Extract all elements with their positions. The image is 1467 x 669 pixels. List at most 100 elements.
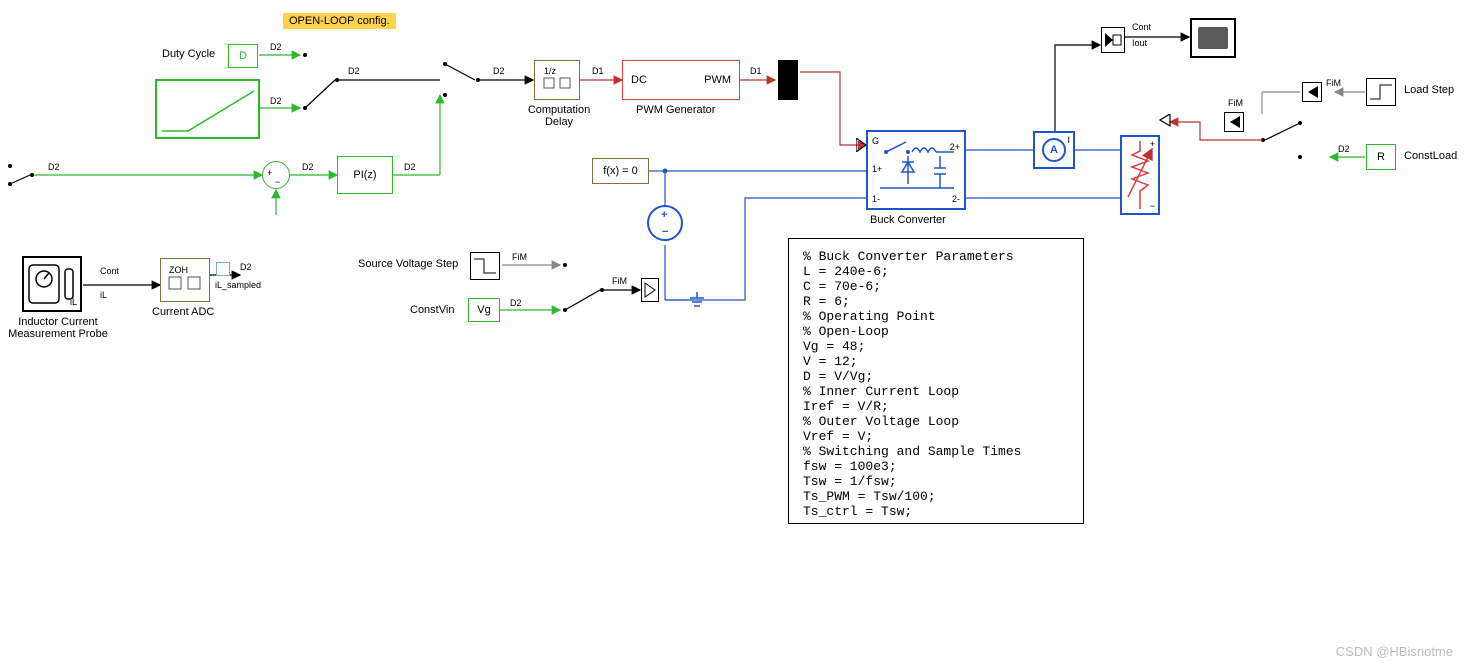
constant-R[interactable]: R	[1366, 144, 1396, 170]
param-line-10: Iref = V/R;	[803, 399, 1069, 414]
current-sensor-block[interactable]: A I	[1033, 131, 1075, 169]
solver-config-block[interactable]: f(x) = 0	[592, 158, 649, 184]
inductor-probe-label: Inductor Current Measurement Probe	[8, 316, 108, 340]
iout-rate-transition[interactable]	[1101, 27, 1125, 53]
param-line-2: C = 70e-6;	[803, 279, 1069, 294]
fi-m-rt-varload[interactable]	[1224, 112, 1244, 132]
sum-plus-port: +	[267, 168, 272, 178]
buck-converter-block[interactable]: G 1+ 1- 2+ 2-	[866, 130, 966, 210]
cont-label-probe: Cont	[100, 266, 119, 276]
computation-delay-block[interactable]: 1/z	[534, 60, 580, 100]
source-voltage-step-label: Source Voltage Step	[358, 258, 458, 270]
param-line-11: % Outer Voltage Loop	[803, 414, 1069, 429]
ramp-source-block[interactable]	[155, 79, 260, 139]
pwm-pwm-port: PWM	[704, 74, 731, 86]
ramp-icon	[158, 83, 258, 135]
ground-block[interactable]	[688, 292, 706, 315]
scope-screen-icon	[1198, 27, 1227, 49]
pi-controller-text: PI(z)	[353, 169, 376, 181]
tag-D2-4: D2	[493, 66, 505, 76]
computation-delay-label: Computation Delay	[520, 104, 598, 128]
tag-D2-8: D2	[240, 262, 252, 272]
parameters-annotation: % Buck Converter Parameters L = 240e-6; …	[788, 238, 1084, 524]
varload-ctrl-triangle-icon	[1158, 114, 1172, 128]
adc-rate-transition[interactable]	[216, 262, 230, 276]
signal-to-physical-block[interactable]	[641, 278, 659, 302]
buck-g-triangle-icon	[856, 138, 868, 152]
tag-D1-1: D1	[592, 66, 604, 76]
tag-D2-1: D2	[270, 42, 282, 52]
buck-port-2minus: 2-	[952, 194, 960, 204]
duty-cycle-label: Duty Cycle	[162, 48, 215, 60]
buck-port-1plus: 1+	[872, 164, 882, 174]
simulink-canvas: OPEN-LOOP config. Duty Cycle D + − PI(z)…	[0, 0, 1467, 669]
source-voltage-step-block[interactable]	[470, 252, 500, 280]
pwm-generator-label: PWM Generator	[636, 104, 715, 116]
constant-Vg[interactable]: Vg	[468, 298, 500, 322]
const-vin-label: ConstVin	[410, 304, 454, 316]
param-line-4: % Operating Point	[803, 309, 1069, 324]
constant-Vg-text: Vg	[477, 304, 490, 316]
current-adc-label: Current ADC	[152, 306, 214, 318]
const-load-label: ConstLoad	[1404, 150, 1457, 162]
cvs-plus-icon: +	[661, 209, 667, 221]
tag-D2-10: D2	[1338, 144, 1350, 154]
buck-port-G: G	[872, 136, 879, 146]
tag-D1-2: D1	[750, 66, 762, 76]
cont-label-top: Cont	[1132, 22, 1151, 32]
param-line-3: R = 6;	[803, 294, 1069, 309]
open-loop-config-annotation: OPEN-LOOP config.	[283, 13, 396, 29]
tag-D2-3: D2	[348, 66, 360, 76]
current-adc-block[interactable]: ZOH	[160, 258, 210, 302]
rate-transition-icon	[1103, 29, 1123, 51]
rate-transition-small-icon	[1304, 84, 1320, 100]
adc-icon	[166, 275, 204, 293]
fim-tag-load1: FiM	[1326, 78, 1341, 88]
demux-block[interactable]	[778, 60, 798, 100]
iout-label: Iout	[1132, 38, 1147, 48]
param-line-14: fsw = 100e3;	[803, 459, 1069, 474]
tag-D2-2: D2	[270, 96, 282, 106]
fi-m-rt-load[interactable]	[1302, 82, 1322, 102]
watermark: CSDN @HBisnotme	[1336, 644, 1453, 659]
delay-icon	[540, 76, 574, 92]
buck-converter-label: Buck Converter	[870, 214, 946, 226]
tag-FiM-1: FiM	[512, 252, 527, 262]
param-line-16: Ts_PWM = Tsw/100;	[803, 489, 1069, 504]
pi-controller-block[interactable]: PI(z)	[337, 156, 393, 194]
fim-tag-load2: FiM	[1228, 98, 1243, 108]
varload-plus: +	[1150, 139, 1155, 149]
cvs-minus-icon: −	[662, 226, 668, 238]
constant-R-text: R	[1377, 151, 1385, 163]
param-line-8: D = V/Vg;	[803, 369, 1069, 384]
ground-icon	[688, 292, 706, 312]
param-line-9: % Inner Current Loop	[803, 384, 1069, 399]
open-loop-config-text: OPEN-LOOP config.	[289, 15, 390, 27]
pwm-generator-block[interactable]: DC PWM	[622, 60, 740, 100]
buck-port-1minus: 1-	[872, 194, 880, 204]
load-step-label: Load Step	[1404, 84, 1454, 96]
inductor-current-probe[interactable]: iL	[22, 256, 82, 312]
s2p-icon	[643, 281, 657, 299]
load-step-block[interactable]	[1366, 78, 1396, 106]
il-wire-label: iL	[100, 290, 107, 300]
step-icon-2	[472, 255, 498, 277]
controlled-voltage-source[interactable]: + −	[647, 205, 683, 241]
pwm-dc-port: DC	[631, 74, 647, 86]
tag-D2-7: D2	[404, 162, 416, 172]
param-line-5: % Open-Loop	[803, 324, 1069, 339]
solver-config-text: f(x) = 0	[603, 165, 638, 177]
constant-D[interactable]: D	[228, 44, 258, 68]
rate-transition-small-icon-2	[1226, 114, 1242, 130]
sum-block[interactable]: + −	[262, 161, 290, 189]
il-sampled-label: iL_sampled	[215, 280, 261, 290]
buck-port-2plus: 2+	[950, 142, 960, 152]
unit-delay-text: 1/z	[540, 66, 574, 76]
param-line-12: Vref = V;	[803, 429, 1069, 444]
constant-D-text: D	[239, 50, 247, 62]
varload-minus: −	[1150, 201, 1155, 211]
tag-D2-5: D2	[48, 162, 60, 172]
variable-load-block[interactable]: + −	[1120, 135, 1160, 215]
scope-block[interactable]	[1190, 18, 1236, 58]
param-line-7: V = 12;	[803, 354, 1069, 369]
